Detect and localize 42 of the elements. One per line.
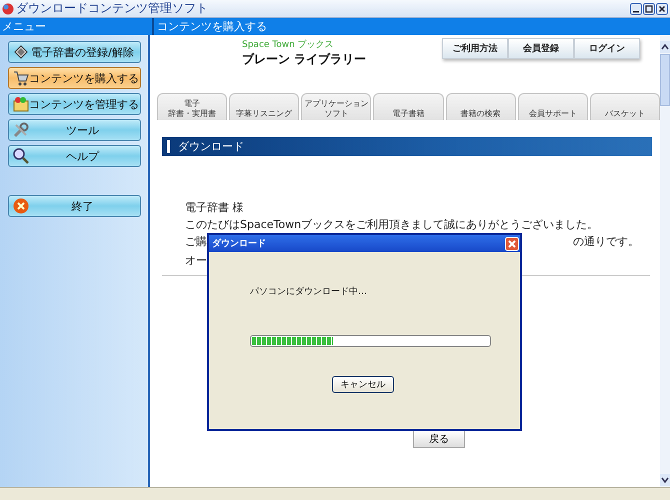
minimize-icon[interactable] (630, 2, 642, 14)
nav-button[interactable]: 会員登録 (508, 38, 574, 59)
dialog-title: ダウンロード (212, 238, 266, 250)
tab[interactable]: 電子書籍 (373, 93, 444, 120)
cart-icon (13, 70, 29, 86)
window-title: ダウンロードコンテンツ管理ソフト (16, 0, 208, 17)
menu-button[interactable]: ヘルプ (8, 145, 141, 167)
menu-button[interactable]: 電子辞書の登録/解除 (8, 41, 141, 63)
nav-button[interactable]: ログイン (574, 38, 640, 59)
message-text: の通りです。 (573, 234, 639, 250)
progress-message: パソコンにダウンロード中… (250, 286, 367, 298)
app-icon (2, 2, 14, 14)
brand-name: ブレーン ライブラリー (242, 51, 366, 68)
tab[interactable]: 字幕リスニング (229, 93, 300, 120)
menu-button[interactable]: コンテンツを購入する (8, 67, 141, 89)
maximize-icon[interactable] (643, 2, 655, 14)
nav-button[interactable]: ご利用方法 (442, 38, 508, 59)
menu-button[interactable]: ツール (8, 119, 141, 141)
brand-subtitle: Space Town ブックス (242, 38, 335, 51)
tab[interactable]: 会員サポート (518, 93, 588, 120)
exit-button[interactable]: 終了 (8, 195, 141, 217)
stop-icon (13, 198, 29, 214)
scroll-down-icon[interactable] (660, 474, 670, 486)
message-text: このたびはSpaceTownブックスをご利用頂きまして誠にありがとうございました。 (185, 217, 600, 233)
tab[interactable]: バスケット (590, 93, 660, 120)
message-text: ご購 (185, 234, 207, 250)
folder-icon (13, 96, 29, 112)
tools-icon (13, 122, 29, 138)
message-text: オー (185, 254, 207, 267)
section-title: ダウンロード (178, 139, 244, 154)
scroll-up-icon[interactable] (660, 41, 670, 53)
scrollbar-thumb[interactable] (660, 54, 670, 106)
magnifier-icon (13, 148, 29, 164)
tab[interactable]: 電子 辞書・実用書 (157, 93, 228, 120)
content-header: コンテンツを購入する (156, 19, 268, 35)
cancel-button[interactable]: キャンセル (332, 376, 394, 393)
tab[interactable]: 書籍の検索 (446, 93, 516, 120)
menu-button[interactable]: コンテンツを管理する (8, 93, 141, 115)
close-icon[interactable] (656, 2, 668, 14)
greeting-text: 電子辞書 様 (185, 200, 244, 216)
tab[interactable]: アプリケーション ソフト (301, 93, 372, 120)
back-button[interactable]: 戻る (413, 430, 465, 448)
